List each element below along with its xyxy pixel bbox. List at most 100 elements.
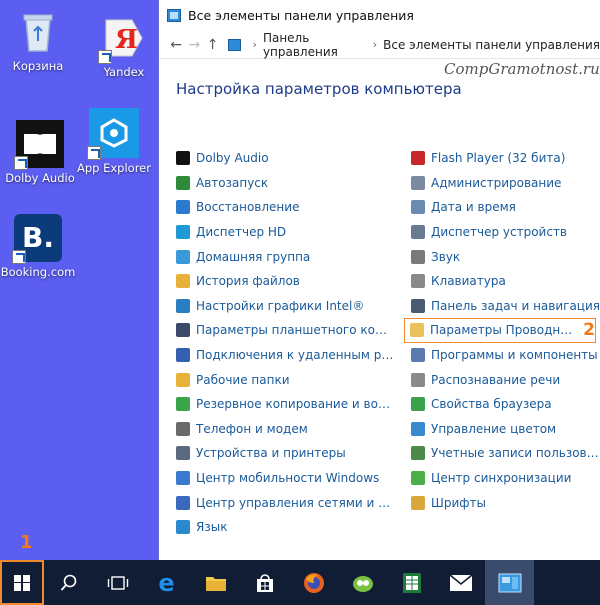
control-panel-item[interactable]: Администрирование bbox=[411, 171, 600, 196]
control-panel-item-icon bbox=[411, 471, 425, 486]
control-panel-item-icon bbox=[176, 520, 190, 535]
windows-logo-icon bbox=[14, 574, 30, 591]
control-panel-item-icon bbox=[176, 298, 190, 313]
control-panel-item-label: Распознавание речи bbox=[431, 372, 561, 387]
search-button[interactable] bbox=[44, 560, 93, 605]
control-panel-item[interactable]: Диспетчер устройств bbox=[411, 220, 600, 245]
window-titlebar[interactable]: Все элементы панели управления bbox=[159, 0, 600, 31]
control-panel-item-label: Flash Player (32 бита) bbox=[431, 151, 566, 166]
firefox-button[interactable] bbox=[289, 560, 338, 605]
start-marker: 1 bbox=[20, 532, 33, 553]
control-panel-item-label: Диспетчер HD bbox=[196, 225, 287, 240]
control-panel-item[interactable]: Управление цветом bbox=[411, 417, 600, 442]
control-panel-item[interactable]: Параметры планшетного компьют... bbox=[176, 318, 394, 343]
desktop-icon-yandex[interactable]: Я Yandex bbox=[84, 14, 164, 79]
control-panel-item-label: Свойства браузера bbox=[431, 397, 552, 412]
control-panel-item[interactable]: Язык bbox=[176, 515, 394, 540]
excel-button[interactable] bbox=[387, 560, 436, 605]
forward-arrow-icon[interactable]: → bbox=[185, 37, 203, 53]
edge-icon: e bbox=[158, 568, 175, 597]
control-panel-item[interactable]: Свойства браузера bbox=[411, 392, 600, 417]
control-panel-item-label: Центр мобильности Windows bbox=[196, 471, 380, 486]
booking-icon: B. bbox=[12, 214, 62, 264]
firefox-icon bbox=[303, 572, 324, 593]
desktop-icon-label: Yandex bbox=[103, 65, 145, 79]
control-panel-item[interactable]: Центр мобильности Windows bbox=[176, 466, 394, 491]
control-panel-item-icon bbox=[176, 495, 190, 510]
left-column: Dolby Audio Автозапуск Восстановление Диспе… bbox=[176, 146, 394, 540]
control-panel-item[interactable]: Рабочие папки bbox=[176, 367, 394, 392]
control-panel-item-icon bbox=[176, 200, 190, 215]
start-button[interactable]: 1 bbox=[0, 532, 44, 605]
control-panel-item[interactable]: Центр управления сетями и общи... bbox=[176, 490, 394, 515]
control-panel-item-label: Домашняя группа bbox=[196, 249, 311, 264]
desktop-icon-booking[interactable]: B. Booking.com bbox=[0, 214, 78, 279]
control-panel-item[interactable]: Центр синхронизации bbox=[411, 466, 600, 491]
control-panel-item-icon bbox=[176, 421, 190, 436]
right-column: Flash Player (32 бита) Администрирование Д… bbox=[404, 146, 600, 515]
svg-text:Я: Я bbox=[115, 25, 138, 55]
control-panel-item[interactable]: Восстановление bbox=[176, 195, 394, 220]
control-panel-item[interactable]: Панель задач и навигация bbox=[411, 294, 600, 319]
control-panel-item[interactable]: Параметры Проводника 2 bbox=[404, 318, 596, 343]
breadcrumb-separator: › bbox=[372, 38, 378, 51]
control-panel-item[interactable]: Распознавание речи bbox=[411, 367, 600, 392]
window-title: Все элементы панели управления bbox=[188, 8, 414, 23]
control-panel-item[interactable]: Диспетчер HD bbox=[176, 220, 394, 245]
control-panel-item-icon bbox=[176, 225, 190, 240]
breadcrumb-all-items[interactable]: Все элементы панели управления bbox=[383, 38, 600, 52]
desktop-icon-label: Booking.com bbox=[0, 265, 76, 279]
control-panel-item-label: Учетные записи пользователей bbox=[431, 446, 600, 461]
control-panel-item[interactable]: Шрифты bbox=[411, 490, 600, 515]
folder-icon bbox=[205, 576, 226, 591]
edge-button[interactable]: e bbox=[142, 560, 191, 605]
store-button[interactable] bbox=[240, 560, 289, 605]
control-panel-item-label: Шрифты bbox=[431, 495, 486, 510]
dolby-icon bbox=[14, 120, 64, 170]
back-arrow-icon[interactable]: ← bbox=[167, 37, 185, 53]
control-panel-item[interactable]: Настройки графики Intel® bbox=[176, 294, 394, 319]
desktop-icon-recycle-bin[interactable]: Корзина bbox=[0, 8, 78, 73]
control-panel-item[interactable]: Dolby Audio bbox=[176, 146, 394, 171]
control-panel-item-icon bbox=[411, 249, 425, 264]
up-arrow-icon[interactable]: ↑ bbox=[204, 37, 222, 53]
control-panel-item-icon bbox=[411, 421, 425, 436]
control-panel-item-label: Дата и время bbox=[431, 200, 516, 215]
watermark: CompGramotnost.ru bbox=[444, 60, 600, 78]
control-panel-item-label: Резервное копирование и восстан... bbox=[196, 397, 394, 412]
control-panel-item[interactable]: Программы и компоненты bbox=[411, 343, 600, 368]
control-panel-item[interactable]: Дата и время bbox=[411, 195, 600, 220]
desktop-icon-dolby-audio[interactable]: Dolby Audio bbox=[0, 120, 80, 185]
control-panel-item-icon bbox=[411, 274, 425, 289]
control-panel-item-icon bbox=[411, 175, 425, 190]
control-panel-item[interactable]: Телефон и модем bbox=[176, 417, 394, 442]
file-explorer-button[interactable] bbox=[191, 560, 240, 605]
control-panel-item[interactable]: Подключения к удаленным рабоч... bbox=[176, 343, 394, 368]
mail-button[interactable] bbox=[436, 560, 485, 605]
task-view-button[interactable] bbox=[93, 560, 142, 605]
control-panel-button[interactable] bbox=[485, 560, 534, 605]
control-panel-item[interactable]: Flash Player (32 бита) bbox=[411, 146, 600, 171]
taskbar: 1 e bbox=[0, 532, 600, 605]
control-panel-item[interactable]: Резервное копирование и восстан... bbox=[176, 392, 394, 417]
desktop-icon-label: Корзина bbox=[12, 59, 64, 73]
control-panel-item[interactable]: Устройства и принтеры bbox=[176, 441, 394, 466]
breadcrumb-control-panel[interactable]: Панель управления bbox=[263, 31, 367, 59]
search-icon bbox=[60, 574, 76, 591]
control-panel-item[interactable]: Автозапуск bbox=[176, 171, 394, 196]
control-panel-item[interactable]: История файлов bbox=[176, 269, 394, 294]
control-panel-item[interactable]: Клавиатура bbox=[411, 269, 600, 294]
control-panel-item-label: Параметры Проводника bbox=[430, 323, 578, 338]
control-panel-item[interactable]: Звук bbox=[411, 244, 600, 269]
control-panel-item-icon bbox=[411, 298, 425, 313]
evernote-icon bbox=[352, 575, 373, 592]
control-panel-window: Все элементы панели управления ← → ↑ › П… bbox=[158, 0, 600, 560]
control-panel-item-icon bbox=[411, 397, 425, 412]
desktop-icon-label: Dolby Audio bbox=[5, 171, 75, 185]
evernote-button[interactable] bbox=[338, 560, 387, 605]
control-panel-item[interactable]: Учетные записи пользователей bbox=[411, 441, 600, 466]
control-panel-item-icon bbox=[176, 471, 190, 486]
recycle-bin-icon bbox=[14, 8, 62, 56]
control-panel-item[interactable]: Домашняя группа bbox=[176, 244, 394, 269]
desktop-icon-app-explorer[interactable]: App Explorer bbox=[74, 108, 154, 175]
